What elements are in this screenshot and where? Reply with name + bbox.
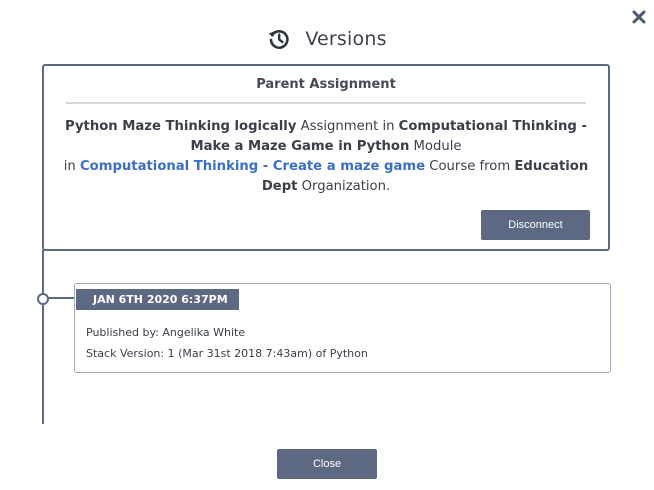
- history-icon: [267, 27, 291, 51]
- text-course-from: Course from: [425, 159, 515, 174]
- parent-assignment-card: Parent Assignment Python Maze Thinking l…: [42, 64, 610, 251]
- dialog-title: Versions: [305, 28, 387, 50]
- text-module: Module: [409, 139, 462, 154]
- timeline-line: [42, 250, 44, 424]
- version-stack-version: Stack Version: 1 (Mar 31st 2018 7:43am) …: [86, 347, 368, 360]
- timeline-connector: [48, 297, 76, 299]
- dialog-header: Versions: [0, 22, 654, 56]
- version-card: JAN 6TH 2020 6:37PM Published by: Angeli…: [74, 283, 611, 373]
- parent-assignment-heading: Parent Assignment: [66, 77, 586, 104]
- text-assignment-in: Assignment in: [296, 119, 399, 134]
- parent-assignment-description: Python Maze Thinking logically Assignmen…: [60, 117, 592, 197]
- text-in: in: [63, 159, 80, 174]
- close-button[interactable]: Close: [277, 449, 377, 479]
- course-link[interactable]: Computational Thinking - Create a maze g…: [80, 159, 425, 174]
- text-organization: Organization.: [297, 179, 391, 194]
- assignment-name: Python Maze Thinking logically: [65, 119, 297, 134]
- timeline-dot: [37, 293, 49, 305]
- version-published-by: Published by: Angelika White: [86, 326, 246, 339]
- version-date-badge: JAN 6TH 2020 6:37PM: [76, 289, 239, 310]
- disconnect-button[interactable]: Disconnect: [481, 210, 590, 240]
